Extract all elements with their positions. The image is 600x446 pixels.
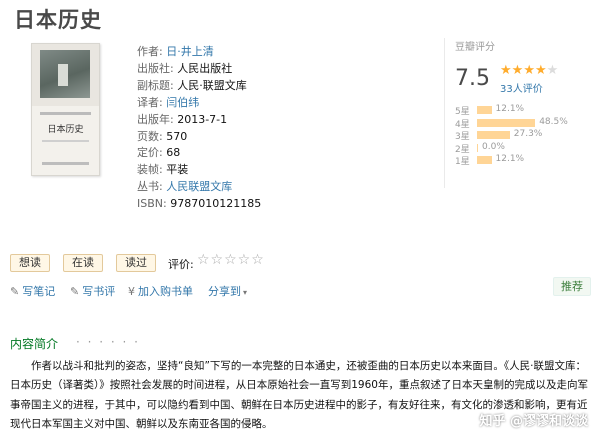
- cover-artwork: [40, 50, 90, 98]
- rating-stars: ★★★★★: [500, 63, 558, 78]
- rating-count-link[interactable]: 33人评价: [500, 80, 543, 95]
- star-icon: ★: [500, 63, 512, 78]
- info-row: 副标题: 人民·联盟文库: [137, 78, 261, 95]
- rating-score: 7.5: [455, 66, 490, 91]
- cover-decor-line: [40, 112, 91, 115]
- pencil-icon: ✎: [10, 285, 20, 298]
- info-label: 页数:: [137, 129, 167, 143]
- rating-dist-bar: [477, 106, 492, 114]
- pencil-icon: ✎: [70, 285, 80, 298]
- info-value: 68: [166, 146, 181, 160]
- info-row: 装帧: 平装: [137, 162, 261, 179]
- write-review-label: 写书评: [82, 285, 116, 298]
- rate-label: 评价:: [168, 258, 194, 271]
- info-value: 9787010121185: [170, 197, 262, 211]
- rating-dist-percent: 12.1%: [495, 104, 525, 114]
- want-to-read-button[interactable]: 想读: [10, 254, 50, 272]
- intro-heading-dots: · · · · · ·: [76, 335, 140, 349]
- rating-dist-bar: [477, 156, 492, 164]
- rating-dist-percent: 27.3%: [513, 129, 543, 139]
- rating-dist-label: 1星: [455, 157, 470, 167]
- star-icon: ★: [546, 63, 559, 78]
- rating-dist-label: 3星: [455, 132, 470, 142]
- watermark-text: 知乎 @谬谬和谈谈: [479, 414, 588, 429]
- rating-dist-label: 2星: [455, 144, 470, 155]
- rating-dist-bar: [477, 143, 478, 152]
- star-icon: ★: [511, 63, 524, 78]
- rating-dist-bar: [477, 131, 510, 139]
- info-value-link[interactable]: 日·井上清: [166, 45, 214, 58]
- star-icon: ★: [534, 63, 547, 78]
- info-value: 平装: [166, 163, 189, 177]
- info-value: 人民出版社: [177, 61, 233, 75]
- info-label: 副标题:: [137, 78, 178, 92]
- info-row: ISBN: 9787010121185: [137, 196, 261, 213]
- write-note-label: 写笔记: [22, 285, 56, 298]
- info-label: 出版年:: [137, 112, 178, 126]
- page-title: 日本历史: [14, 8, 102, 32]
- info-row: 出版社: 人民出版社: [137, 61, 261, 78]
- cover-decor-line: [42, 140, 89, 142]
- info-label: 定价:: [137, 146, 167, 160]
- cover-title: 日本历史: [47, 125, 84, 135]
- intro-heading: 内容简介: [10, 337, 59, 351]
- cover-publisher-mark: [42, 162, 89, 165]
- yen-icon: ¥: [128, 285, 135, 298]
- add-to-cart-link[interactable]: ¥ 加入购书单: [128, 283, 193, 299]
- info-value: 2013-7-1: [177, 112, 228, 126]
- reading-button[interactable]: 在读: [63, 254, 103, 272]
- info-row: 译者: 闫伯纬: [137, 95, 261, 112]
- share-label: 分享到: [208, 285, 241, 298]
- rating-dist-bar: [477, 118, 536, 127]
- rating-dist-percent: 12.1%: [495, 154, 525, 164]
- info-row: 作者: 日·井上清: [137, 44, 261, 61]
- book-cover-image[interactable]: 日本历史: [31, 43, 100, 176]
- add-to-cart-label: 加入购书单: [138, 285, 193, 298]
- info-label: 出版社:: [137, 61, 178, 75]
- recommend-button[interactable]: 推荐: [553, 277, 591, 296]
- info-row: 定价: 68: [137, 145, 261, 162]
- book-info: 作者: 日·井上清 出版社: 人民出版社 副标题: 人民·联盟文库 译者: 闫伯纬 出版…: [137, 44, 261, 213]
- rating-dist-label: 5星: [455, 107, 470, 117]
- info-label: 装帧:: [137, 163, 167, 177]
- rate-stars-input[interactable]: ☆☆☆☆☆: [197, 252, 265, 268]
- info-row: 丛书: 人民联盟文库: [137, 179, 261, 196]
- info-value-link[interactable]: 闫伯纬: [166, 96, 199, 109]
- rating-dist-label: 4星: [455, 119, 470, 130]
- have-read-button[interactable]: 读过: [116, 254, 156, 272]
- info-label: 丛书:: [137, 180, 167, 194]
- write-note-link[interactable]: ✎ 写笔记: [10, 283, 55, 299]
- star-icon: ★: [523, 63, 535, 78]
- rating-panel: 豆瓣评分 7.5 ★★★★★ 33人评价 5星 12.1% 4星 48.5% 3星 27.…: [444, 38, 600, 188]
- chevron-down-icon: ▾: [243, 288, 248, 297]
- info-value: 人民·联盟文库: [177, 78, 247, 92]
- info-value-link[interactable]: 人民联盟文库: [166, 180, 232, 193]
- info-value: 570: [166, 129, 188, 143]
- share-dropdown[interactable]: 分享到 ▾: [208, 283, 250, 299]
- write-review-link[interactable]: ✎ 写书评: [70, 283, 115, 299]
- info-row: 出版年: 2013-7-1: [137, 112, 261, 129]
- info-label: 译者:: [137, 95, 167, 109]
- rating-dist-percent: 0.0%: [482, 141, 505, 152]
- info-label: ISBN:: [137, 197, 171, 211]
- info-label: 作者:: [137, 45, 167, 58]
- rating-label: 豆瓣评分: [455, 42, 495, 53]
- rating-dist-percent: 48.5%: [539, 116, 568, 127]
- info-row: 页数: 570: [137, 129, 261, 146]
